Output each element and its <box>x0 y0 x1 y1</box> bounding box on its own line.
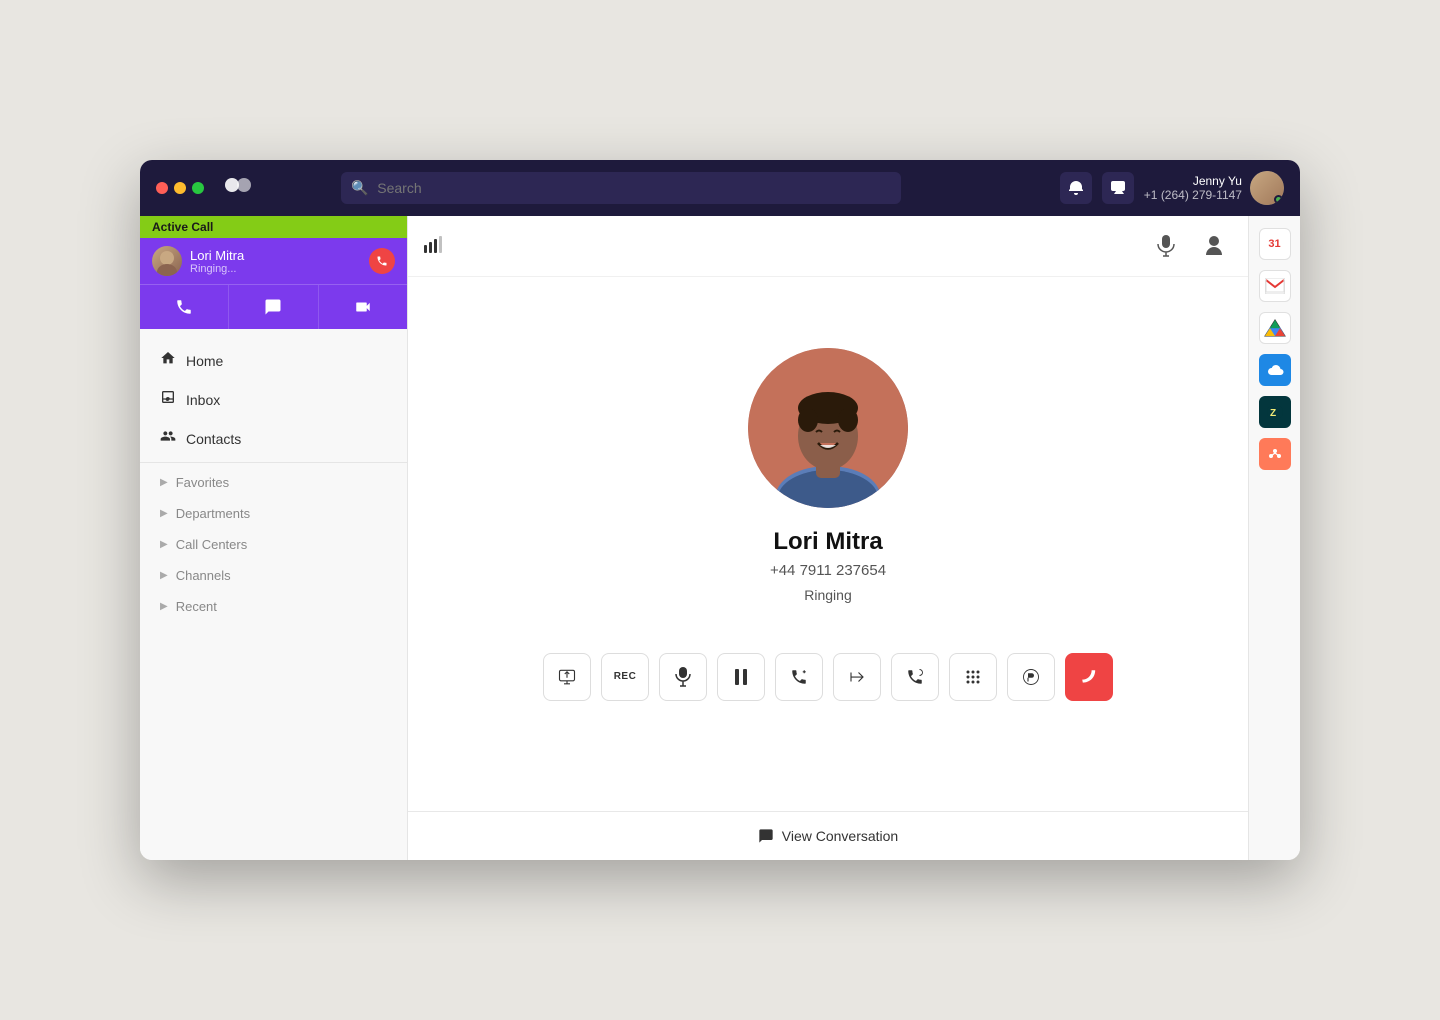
notification-icon-btn[interactable] <box>1060 172 1092 204</box>
microphone-icon-btn[interactable] <box>1148 228 1184 264</box>
app-logo <box>224 173 256 203</box>
sms-btn[interactable] <box>229 285 318 329</box>
nav-divider <box>140 462 407 463</box>
park-btn[interactable] <box>1007 653 1055 701</box>
sidebar-item-recent[interactable]: ▶ Recent <box>140 591 407 622</box>
chevron-channels-icon: ▶ <box>160 570 168 581</box>
traffic-lights <box>156 182 204 194</box>
sidebar-item-channels[interactable]: ▶ Channels <box>140 560 407 591</box>
calendar-label: 31 <box>1268 238 1280 250</box>
caller-status: Ringing <box>804 587 851 603</box>
user-phone: +1 (264) 279-1147 <box>1144 188 1242 202</box>
call-btn[interactable] <box>140 285 229 329</box>
gmail-app-icon[interactable] <box>1259 270 1291 302</box>
online-indicator <box>1274 195 1283 204</box>
svg-text:Z: Z <box>1270 408 1276 419</box>
chevron-callcenters-icon: ▶ <box>160 539 168 550</box>
titlebar: 🔍 Jenny Yu +1 (264) 279-1147 <box>140 160 1300 216</box>
contacts-label: Contacts <box>186 431 241 447</box>
main-content: Active Call Lori Mitra Ringing... <box>140 216 1300 860</box>
channels-label: Channels <box>176 568 231 583</box>
add-call-btn[interactable] <box>775 653 823 701</box>
call-action-buttons <box>140 284 407 329</box>
app-window: 🔍 Jenny Yu +1 (264) 279-1147 <box>140 160 1300 860</box>
rec-label: REC <box>614 671 637 682</box>
inbox-label: Inbox <box>186 392 220 408</box>
cloud-app-icon[interactable] <box>1259 354 1291 386</box>
home-icon <box>160 350 176 371</box>
view-conversation-bar[interactable]: View Conversation <box>408 811 1248 860</box>
call-center: Lori Mitra +44 7911 237654 Ringing <box>408 277 1248 811</box>
sidebar-item-contacts[interactable]: Contacts <box>140 419 407 458</box>
sidebar: Active Call Lori Mitra Ringing... <box>140 216 408 860</box>
hangup-small-btn[interactable] <box>369 248 395 274</box>
zendesk-app-icon[interactable]: Z <box>1259 396 1291 428</box>
sidebar-item-departments[interactable]: ▶ Departments <box>140 498 407 529</box>
record-btn[interactable]: REC <box>601 653 649 701</box>
view-conversation-label: View Conversation <box>782 828 898 844</box>
nav-items: Home Inbox Contacts ▶ Fav <box>140 329 407 634</box>
sidebar-item-favorites[interactable]: ▶ Favorites <box>140 467 407 498</box>
avatar <box>1250 171 1284 205</box>
hubspot-app-icon[interactable] <box>1259 438 1291 470</box>
right-sidebar: 31 <box>1248 216 1300 860</box>
contact-name-small: Lori Mitra <box>190 248 244 263</box>
chevron-departments-icon: ▶ <box>160 508 168 519</box>
departments-label: Departments <box>176 506 250 521</box>
home-label: Home <box>186 353 223 369</box>
chat-icon-btn[interactable] <box>1102 172 1134 204</box>
search-bar: 🔍 <box>341 172 901 204</box>
contacts-icon <box>160 428 176 449</box>
minimize-button[interactable] <box>174 182 186 194</box>
mute-btn[interactable] <box>659 653 707 701</box>
caller-phone: +44 7911 237654 <box>770 562 886 579</box>
content-area: Lori Mitra +44 7911 237654 Ringing <box>408 216 1248 860</box>
active-call-contact-info: Lori Mitra Ringing... <box>190 248 244 275</box>
caller-photo <box>748 348 908 508</box>
callback-btn[interactable] <box>891 653 939 701</box>
conversation-icon <box>758 828 774 844</box>
sidebar-item-call-centers[interactable]: ▶ Call Centers <box>140 529 407 560</box>
sidebar-item-home[interactable]: Home <box>140 341 407 380</box>
chevron-recent-icon: ▶ <box>160 601 168 612</box>
close-button[interactable] <box>156 182 168 194</box>
hangup-btn[interactable] <box>1065 653 1113 701</box>
screen-share-btn[interactable] <box>543 653 591 701</box>
drive-icon <box>1264 318 1286 338</box>
search-input[interactable] <box>341 172 901 204</box>
signal-strength-icon <box>424 235 444 258</box>
caller-name: Lori Mitra <box>773 528 882 556</box>
hubspot-icon <box>1266 445 1284 463</box>
calendar-app-icon[interactable]: 31 <box>1259 228 1291 260</box>
zendesk-icon: Z <box>1266 403 1284 421</box>
cloud-icon <box>1265 362 1285 378</box>
chevron-favorites-icon: ▶ <box>160 477 168 488</box>
contact-status-small: Ringing... <box>190 263 244 275</box>
favorites-label: Favorites <box>176 475 229 490</box>
active-call-label: Active Call <box>140 216 407 238</box>
keypad-btn[interactable] <box>949 653 997 701</box>
titlebar-right: Jenny Yu +1 (264) 279-1147 <box>1060 171 1284 205</box>
video-btn[interactable] <box>319 285 407 329</box>
user-name: Jenny Yu <box>1144 174 1242 188</box>
drive-app-icon[interactable] <box>1259 312 1291 344</box>
contact-avatar-small <box>152 246 182 276</box>
inbox-icon <box>160 389 176 410</box>
sidebar-item-inbox[interactable]: Inbox <box>140 380 407 419</box>
recent-label: Recent <box>176 599 217 614</box>
search-icon: 🔍 <box>351 180 368 197</box>
call-centers-label: Call Centers <box>176 537 248 552</box>
pause-btn[interactable] <box>717 653 765 701</box>
person-icon-btn[interactable] <box>1196 228 1232 264</box>
content-top-bar <box>408 216 1248 277</box>
active-call-row: Lori Mitra Ringing... <box>140 238 407 284</box>
transfer-btn[interactable] <box>833 653 881 701</box>
call-controls: REC <box>543 653 1113 701</box>
maximize-button[interactable] <box>192 182 204 194</box>
active-call-panel: Active Call Lori Mitra Ringing... <box>140 216 407 329</box>
user-info: Jenny Yu +1 (264) 279-1147 <box>1144 171 1284 205</box>
active-call-contact: Lori Mitra Ringing... <box>152 246 244 276</box>
gmail-icon <box>1265 278 1285 294</box>
